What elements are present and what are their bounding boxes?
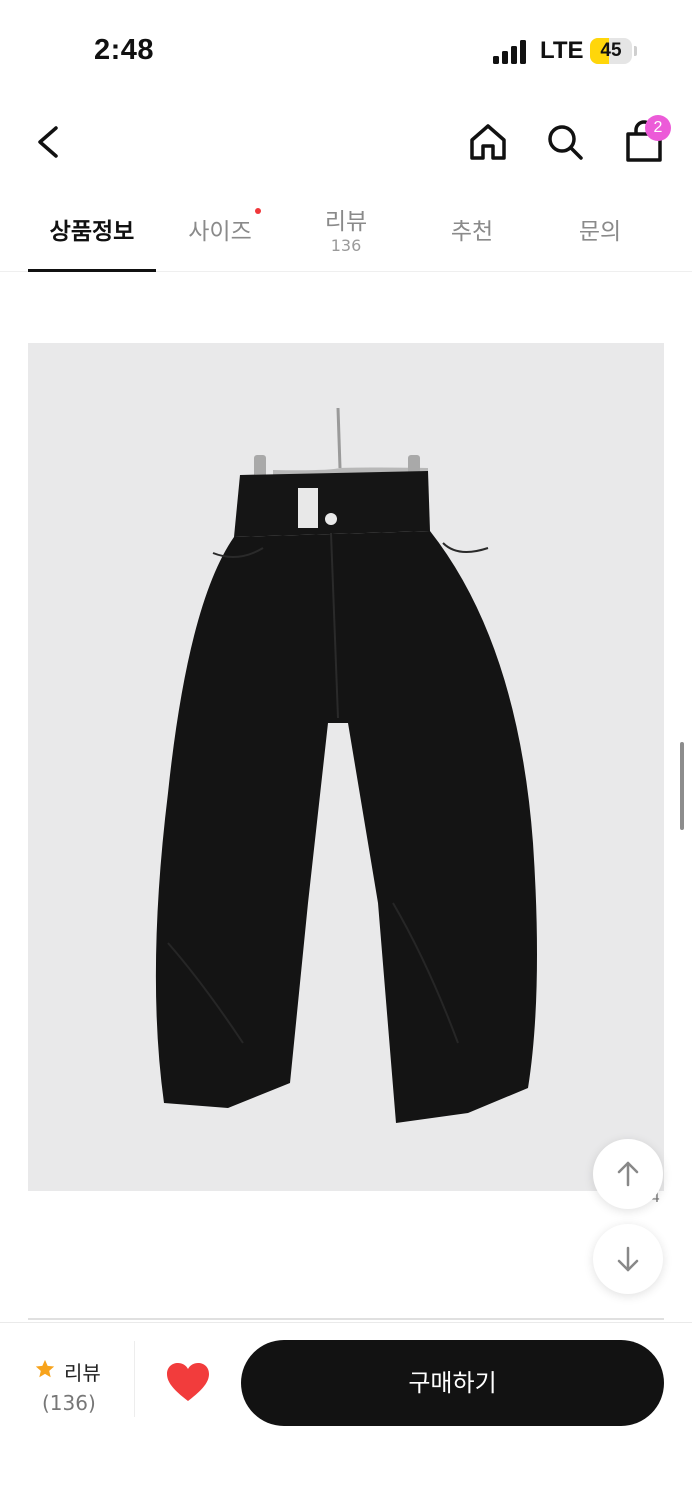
review-count: (136) [42, 1391, 96, 1415]
chevron-left-icon [38, 126, 58, 158]
like-button[interactable] [165, 1361, 211, 1403]
tab-label: 추천 [450, 219, 494, 245]
buy-button[interactable]: 구매하기 [241, 1340, 664, 1426]
search-icon [548, 125, 583, 160]
bar-divider [134, 1341, 135, 1417]
tab-review[interactable]: 리뷰 136 [282, 190, 410, 272]
review-summary-button[interactable]: 리뷰 (136) [30, 1355, 130, 1419]
new-dot-indicator [255, 208, 261, 214]
back-button[interactable] [28, 120, 72, 164]
battery-percent: 45 [600, 40, 622, 61]
purchase-bar: 리뷰 (136) 구매하기 [0, 1322, 692, 1500]
arrow-up-icon [617, 1161, 639, 1187]
star-icon [35, 1359, 55, 1378]
tab-review-count: 136 [330, 236, 362, 255]
top-nav [0, 100, 692, 190]
review-label: 리뷰 [64, 1361, 101, 1385]
signal-icon [493, 40, 529, 64]
active-tab-indicator [28, 269, 156, 272]
scroll-bottom-button[interactable] [593, 1224, 663, 1294]
search-button[interactable] [543, 120, 587, 164]
home-button[interactable] [466, 120, 510, 164]
tab-label: 리뷰 [324, 209, 368, 235]
scrollbar[interactable] [680, 742, 684, 830]
tab-label: 문의 [578, 219, 622, 245]
status-bar: 2:48 LTE 45 [0, 0, 692, 100]
product-tabs: 상품정보 사이즈 리뷰 136 추천 문의 [0, 190, 692, 272]
heart-icon [167, 1363, 209, 1401]
battery-icon: 45 [590, 38, 632, 64]
content-divider [28, 1318, 664, 1320]
network-type: LTE [540, 37, 584, 64]
home-icon [470, 124, 506, 160]
cart-count-badge: 2 [645, 115, 671, 141]
black-wide-pants-photo [155, 407, 537, 1123]
battery-cap [634, 46, 637, 56]
tab-size[interactable]: 사이즈 [156, 190, 284, 272]
status-time: 2:48 [94, 34, 155, 66]
arrow-down-icon [617, 1246, 639, 1272]
scroll-top-button[interactable] [593, 1139, 663, 1209]
tab-label: 사이즈 [188, 219, 252, 245]
tab-product-info[interactable]: 상품정보 [28, 190, 156, 272]
tab-inquiry[interactable]: 문의 [536, 190, 664, 272]
tab-recommend[interactable]: 추천 [408, 190, 536, 272]
tab-label: 상품정보 [49, 219, 135, 245]
product-image[interactable] [28, 343, 664, 1191]
